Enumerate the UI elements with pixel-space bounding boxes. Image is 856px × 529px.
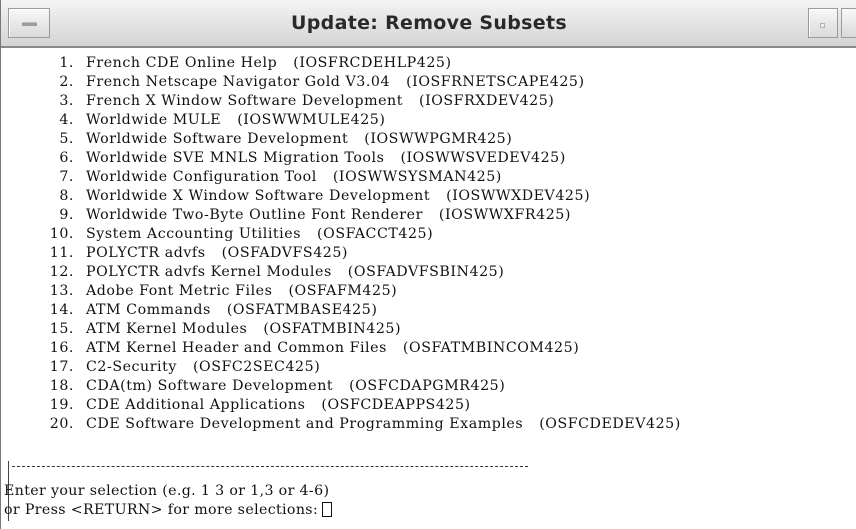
window-title: Update: Remove Subsets [291, 12, 567, 34]
terminal-area[interactable]: 1. French CDE Online Help (IOSFRCDEHLP425)… [2, 50, 856, 529]
subset-list-item: 13. Adobe Font Metric Files (OSFAFM425) [49, 283, 398, 299]
subset-list-item: 3. French X Window Software Development (I… [59, 93, 555, 109]
subset-list-item: 4. Worldwide MULE (IOSWWMULE425) [59, 112, 386, 128]
subset-list-item: 17. C2-Security (OSFC2SEC425) [49, 359, 321, 375]
subset-list-item: 9. Worldwide Two-Byte Outline Font Render… [59, 207, 571, 223]
subset-list-item: 18. CDA(tm) Software Development (OSFCDAPG… [49, 378, 506, 394]
selection-prompt: Enter your selection (e.g. 1 3 or 1,3 or… [4, 483, 330, 499]
subset-list-item: 8. Worldwide X Window Software Developmen… [59, 188, 591, 204]
return-prompt[interactable]: or Press <RETURN> for more selections: [4, 501, 333, 519]
minimize-icon [820, 23, 825, 28]
subset-list-item: 19. CDE Additional Applications (OSFCDEAPP… [49, 397, 471, 413]
subset-list-item: 7. Worldwide Configuration Tool (IOSWWSYSM… [59, 169, 502, 185]
subset-list-item: 5. Worldwide Software Development (IOSWWPG… [59, 131, 513, 147]
subset-list-item: 12. POLYCTR advfs Kernel Modules (OSFADVFS… [49, 264, 505, 280]
subset-list-item: 14. ATM Commands (OSFATMBASE425) [49, 302, 378, 318]
update-window: Update: Remove Subsets 1. French CDE Onli… [0, 0, 856, 529]
subset-list-item: 20. CDE Software Development and Programm… [49, 416, 681, 432]
maximize-button[interactable] [841, 8, 856, 38]
subset-list-item: 1. French CDE Online Help (IOSFRCDEHLP425) [59, 55, 452, 71]
text-cursor[interactable] [322, 502, 333, 517]
subset-list-item: 10. System Accounting Utilities (OSFACCT42… [49, 226, 434, 242]
subset-list-item: 6. Worldwide SVE MNLS Migration Tools (IOS… [59, 150, 566, 166]
subset-list-item: 15. ATM Kernel Modules (OSFATMBIN425) [49, 321, 402, 337]
subset-list-item: 2. French Netscape Navigator Gold V3.04 (I… [59, 74, 585, 90]
title-bar[interactable]: Update: Remove Subsets [1, 0, 856, 48]
subset-list-item: 16. ATM Kernel Header and Common Files (OS… [49, 340, 580, 356]
subset-list-item: 11. POLYCTR advfs (OSFADVFS425) [49, 245, 349, 261]
window-menu-icon [22, 22, 37, 26]
dashed-separator [12, 466, 528, 467]
window-menu-button[interactable] [8, 8, 50, 38]
minimize-button[interactable] [808, 8, 838, 38]
return-prompt-text: or Press <RETURN> for more selections: [4, 502, 319, 518]
